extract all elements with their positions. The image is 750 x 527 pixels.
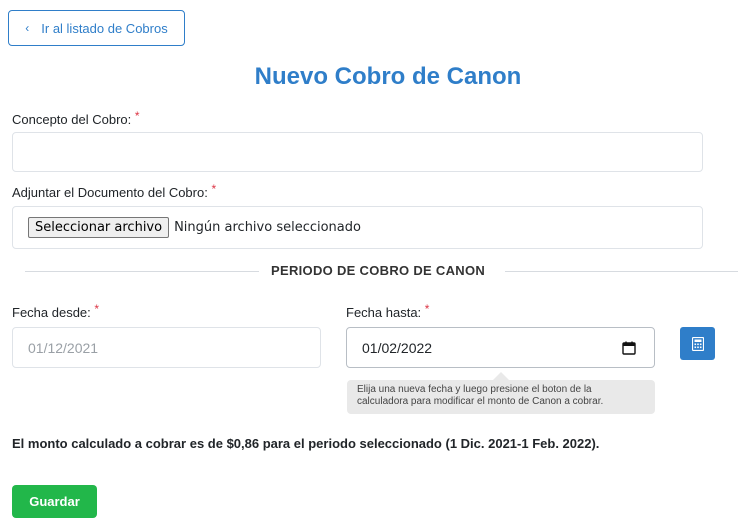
select-file-button[interactable]: Seleccionar archivo — [28, 217, 170, 238]
page-title: Nuevo Cobro de Canon — [254, 63, 522, 90]
fecha-desde-input: 01/12/2021 — [12, 327, 321, 368]
required-mark: * — [424, 302, 430, 316]
required-mark: * — [94, 302, 100, 316]
hint-arrow — [493, 372, 509, 380]
fecha-desde-label-text: Fecha desde: — [12, 305, 91, 320]
concepto-input[interactable] — [12, 132, 703, 172]
section-divider-right — [505, 271, 738, 272]
documento-label-text: Adjuntar el Documento del Cobro: — [12, 185, 208, 200]
save-button[interactable]: Guardar — [12, 485, 97, 518]
calculator-icon — [691, 336, 704, 351]
required-mark: * — [211, 182, 217, 196]
section-title: PERIODO DE COBRO DE CANON — [271, 263, 486, 278]
file-upload-field: Seleccionar archivo Ningún archivo selec… — [12, 206, 703, 249]
back-button-label: Ir al listado de Cobros — [41, 20, 168, 36]
chevron-left-icon: ‹ — [25, 21, 30, 35]
file-status-text: Ningún archivo seleccionado — [174, 220, 361, 235]
fecha-hasta-label-text: Fecha hasta: — [346, 305, 422, 320]
section-divider-left — [25, 271, 259, 272]
calculate-button[interactable] — [680, 327, 715, 360]
calendar-icon[interactable] — [622, 341, 636, 355]
back-to-list-button[interactable]: ‹ Ir al listado de Cobros — [8, 10, 185, 46]
fecha-desde-label: Fecha desde: * — [12, 302, 100, 320]
fecha-hasta-label: Fecha hasta: * — [346, 302, 430, 320]
documento-label: Adjuntar el Documento del Cobro: * — [12, 182, 217, 200]
fecha-hasta-value: 01/02/2022 — [362, 339, 433, 356]
fecha-desde-value: 01/12/2021 — [28, 339, 99, 356]
fecha-hasta-input[interactable]: 01/02/2022 — [346, 327, 655, 368]
concepto-label-text: Concepto del Cobro: — [12, 112, 132, 127]
calculated-amount-summary: El monto calculado a cobrar es de $0,86 … — [12, 436, 600, 451]
required-mark: * — [134, 109, 140, 123]
concepto-label: Concepto del Cobro: * — [12, 109, 140, 127]
date-hint-tooltip: Elija una nueva fecha y luego presione e… — [347, 380, 655, 414]
